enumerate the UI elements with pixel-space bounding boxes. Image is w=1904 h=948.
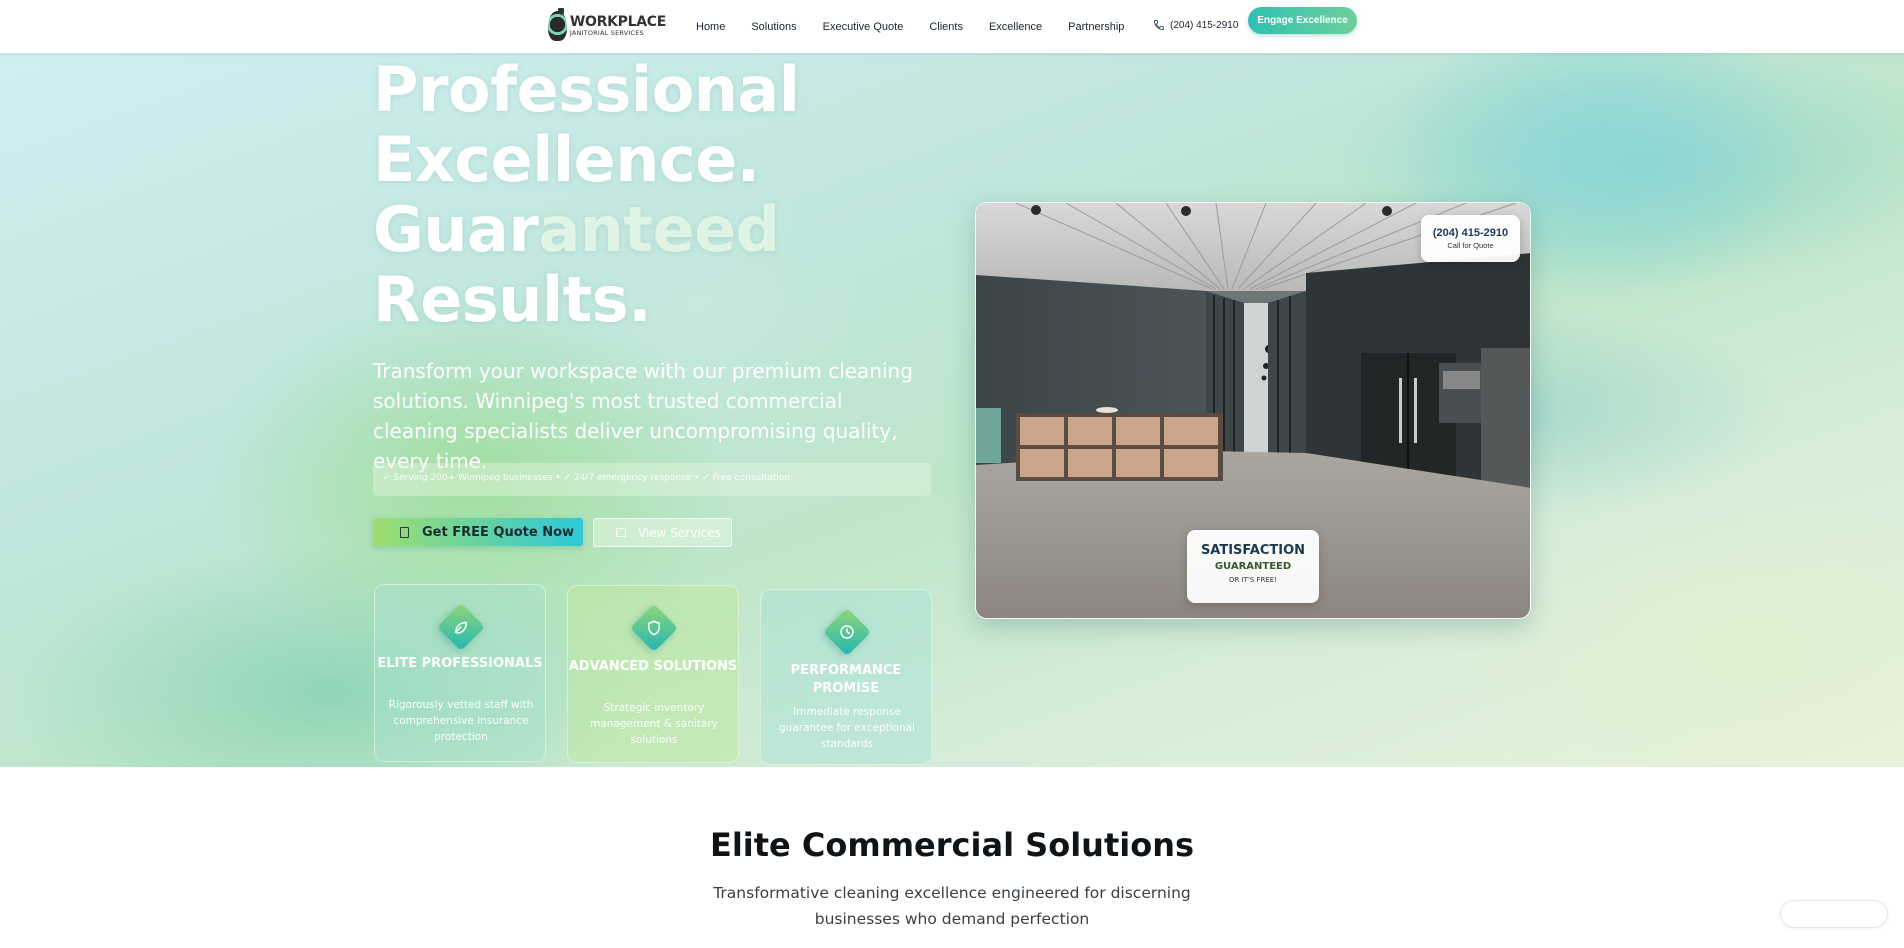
solutions-subtitle: Transformative cleaning excellence engin…: [713, 884, 1191, 928]
hero-section: Professional Excellence. Guaranteed Resu…: [0, 53, 1904, 767]
logo-badge-icon: [548, 8, 567, 41]
logo-main-text: WORKPLACE: [569, 14, 666, 31]
badge-or-its-free: OR IT'S FREE!: [1228, 576, 1278, 584]
calculator-icon: [400, 527, 409, 538]
nav-link-home[interactable]: Home: [696, 21, 725, 33]
nav-links: Home Solutions Executive Quote Clients E…: [696, 0, 1150, 53]
hero-title-line-3a: Guar: [373, 193, 539, 266]
chat-widget-button[interactable]: [1780, 900, 1888, 928]
feature-icon-badge: [629, 603, 679, 653]
trust-bar: ✓ Serving 200+ Winnipeg businesses • ✓ 2…: [373, 463, 931, 496]
feature-title: ADVANCED SOLUTIONS: [568, 659, 738, 674]
nav-link-executive-quote[interactable]: Executive Quote: [823, 21, 904, 33]
phone-icon: [1154, 20, 1164, 30]
hero-title-line-1: Professional: [373, 53, 800, 126]
solutions-heading: Elite Commercial Solutions: [709, 826, 1195, 864]
feature-title: ELITE PROFESSIONALS: [377, 656, 543, 671]
logo-sub-text: JANITORIAL SERVICES: [569, 29, 644, 38]
feature-card-elite-professionals: ELITE PROFESSIONALS Rigorously vetted st…: [374, 584, 546, 762]
view-services-label: View Services: [638, 525, 721, 540]
feature-title: PERFORMANCE PROMISE: [790, 663, 902, 696]
photo-phone-caption: Call for Quote: [1447, 241, 1494, 250]
services-icon: [616, 528, 626, 537]
top-navigation: WORKPLACE JANITORIAL SERVICES Home Solut…: [0, 0, 1904, 53]
clock-icon: [840, 625, 854, 639]
badge-satisfaction: SATISFACTION: [1200, 543, 1306, 558]
hero-title: Professional Excellence. Guaranteed Resu…: [373, 55, 800, 335]
feature-icon-badge: [822, 607, 872, 657]
hero-title-line-3b: anteed: [538, 193, 780, 266]
get-free-quote-button[interactable]: Get FREE Quote Now: [373, 518, 583, 546]
company-logo[interactable]: WORKPLACE JANITORIAL SERVICES: [548, 8, 666, 43]
hero-title-line-2: Excellence.: [373, 123, 760, 196]
feature-description: Strategic inventory management & sanitar…: [590, 702, 718, 746]
shield-icon: [648, 620, 660, 636]
nav-phone-link[interactable]: (204) 415-2910: [1153, 19, 1238, 31]
badge-guaranteed: GUARANTEED: [1214, 561, 1292, 572]
nav-phone-text: (204) 415-2910: [1170, 19, 1239, 31]
get-free-quote-label: Get FREE Quote Now: [422, 524, 575, 540]
nav-link-excellence[interactable]: Excellence: [989, 21, 1042, 33]
nav-link-solutions[interactable]: Solutions: [751, 21, 796, 33]
logo-text: WORKPLACE JANITORIAL SERVICES: [570, 15, 666, 37]
hero-description: Transform your workspace with our premiu…: [373, 359, 913, 473]
photo-phone-number: (204) 415-2910: [1432, 227, 1509, 239]
engage-excellence-button[interactable]: Engage Excellence: [1248, 7, 1357, 34]
hero-title-line-4: Results.: [373, 263, 652, 336]
view-services-button[interactable]: View Services: [593, 518, 732, 547]
call-for-quote-card[interactable]: (204) 415-2910 Call for Quote: [1421, 215, 1520, 262]
feature-card-advanced-solutions: ADVANCED SOLUTIONS Strategic inventory m…: [567, 585, 739, 763]
feature-card-performance-promise: PERFORMANCE PROMISE Immediate response g…: [760, 589, 932, 765]
nav-link-partnership[interactable]: Partnership: [1068, 21, 1124, 33]
nav-link-clients[interactable]: Clients: [929, 21, 963, 33]
leaf-icon: [455, 621, 468, 634]
satisfaction-guarantee-badge: SATISFACTION GUARANTEED OR IT'S FREE!: [1187, 530, 1319, 603]
feature-icon-badge: [436, 602, 486, 652]
feature-description: Immediate response guarantee for excepti…: [779, 706, 915, 750]
hero-title-line-3: Guaranteed: [373, 195, 800, 265]
feature-description: Rigorously vetted staff with comprehensi…: [388, 699, 534, 743]
